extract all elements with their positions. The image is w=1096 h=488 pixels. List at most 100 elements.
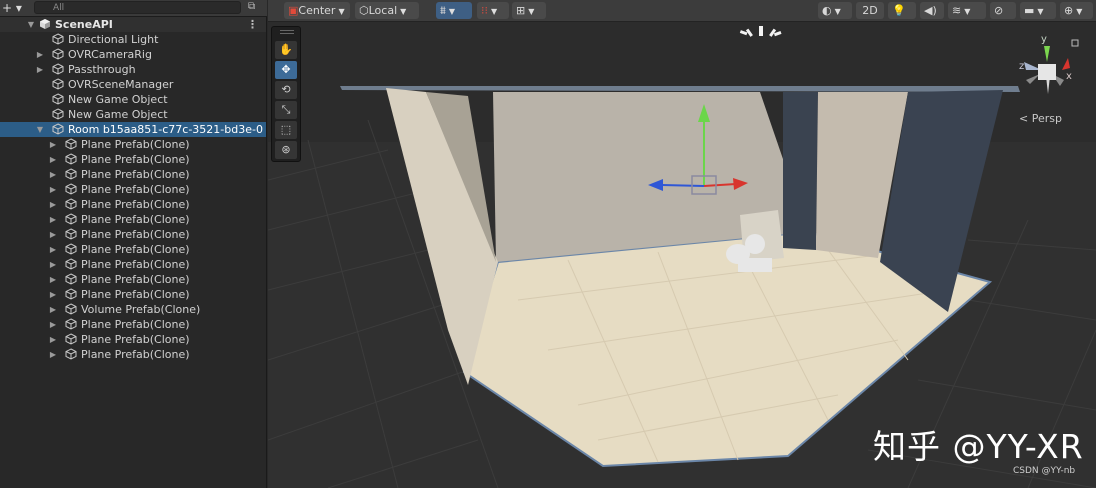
hierarchy-item[interactable]: ▶ Passthrough xyxy=(0,62,266,77)
expand-arrow-icon[interactable]: ▶ xyxy=(48,317,58,332)
rotate-tool-icon[interactable]: ⟲ xyxy=(275,81,297,99)
snap-increment-button[interactable]: ⁝⁝ ▼ xyxy=(477,2,509,19)
expand-arrow-icon[interactable]: ▶ xyxy=(48,302,58,317)
hierarchy-item[interactable]: ▶ Plane Prefab(Clone) xyxy=(0,272,266,287)
pivot-rotation-dropdown[interactable]: ⬡Local ▼ xyxy=(355,2,419,19)
gameobject-cube-icon xyxy=(52,108,64,120)
expand-arrow-icon[interactable]: ▶ xyxy=(48,152,58,167)
gizmos-dropdown[interactable]: ⊕ ▼ xyxy=(1060,2,1093,19)
axis-z-label: z xyxy=(1019,61,1024,72)
hierarchy-item-label: Plane Prefab(Clone) xyxy=(81,168,190,181)
hierarchy-item[interactable]: ▶ Plane Prefab(Clone) xyxy=(0,182,266,197)
expand-arrow-icon[interactable]: ▶ xyxy=(35,62,45,77)
increment-snap-button[interactable]: ⊞ ▼ xyxy=(512,2,546,19)
hierarchy-item-label: OVRSceneManager xyxy=(68,78,174,91)
expand-arrow-icon[interactable]: ▶ xyxy=(48,227,58,242)
rect-tool-icon[interactable]: ⬚ xyxy=(275,121,297,139)
scale-tool-icon[interactable]: ⤡ xyxy=(275,101,297,119)
hierarchy-item[interactable]: ▶ Plane Prefab(Clone) xyxy=(0,317,266,332)
hierarchy-item-label: Plane Prefab(Clone) xyxy=(81,333,190,346)
hierarchy-item[interactable]: ▶ OVRCameraRig xyxy=(0,47,266,62)
expand-arrow-icon[interactable]: ▼ xyxy=(26,17,36,32)
scene-view[interactable]: y z x ▣Center ▼ ⬡Local ▼ ⩩ ▼ ⁝⁝ ▼ ⊞ ▼ ◐ ▼ 2D 💡… xyxy=(268,0,1096,488)
hierarchy-item[interactable]: ▶ Plane Prefab(Clone) xyxy=(0,227,266,242)
hierarchy-item-label: Plane Prefab(Clone) xyxy=(81,138,190,151)
hierarchy-item[interactable]: ▶ Plane Prefab(Clone) xyxy=(0,137,266,152)
gameobject-cube-icon xyxy=(65,273,77,285)
gameobject-cube-icon xyxy=(65,183,77,195)
expand-arrow-icon[interactable]: ▶ xyxy=(35,47,45,62)
create-add-button[interactable]: + ▾ xyxy=(2,0,28,16)
hierarchy-item-label: Plane Prefab(Clone) xyxy=(81,153,190,166)
scene-viewport[interactable]: y z x xyxy=(268,0,1096,488)
pivot-mode-label: Center xyxy=(298,4,336,17)
hierarchy-item[interactable]: ▶ Plane Prefab(Clone) xyxy=(0,347,266,362)
camera-settings-dropdown[interactable]: ▬ ▼ xyxy=(1020,2,1056,19)
collapse-arrow-icon[interactable]: ▼ xyxy=(35,122,45,137)
projection-label[interactable]: < Persp xyxy=(1019,112,1062,125)
expand-arrow-icon[interactable]: ▶ xyxy=(48,167,58,182)
transform-tool-icon[interactable]: ⊛ xyxy=(275,141,297,159)
hierarchy-item-label: New Game Object xyxy=(68,93,168,106)
expand-arrow-icon[interactable]: ▶ xyxy=(48,197,58,212)
gameobject-cube-icon xyxy=(65,258,77,270)
expand-arrow-icon[interactable]: ▶ xyxy=(48,137,58,152)
move-tool-icon[interactable]: ✥ xyxy=(275,61,297,79)
hierarchy-item[interactable]: ▶ Volume Prefab(Clone) xyxy=(0,302,266,317)
hierarchy-item[interactable]: ▶ Plane Prefab(Clone) xyxy=(0,257,266,272)
hierarchy-item[interactable]: ▶ Plane Prefab(Clone) xyxy=(0,152,266,167)
lighting-toggle-icon[interactable]: 💡 xyxy=(888,2,916,19)
pivot-mode-dropdown[interactable]: ▣Center ▼ xyxy=(284,2,350,19)
effects-dropdown[interactable]: ≋ ▼ xyxy=(948,2,986,19)
hand-tool-icon[interactable]: ✋ xyxy=(275,41,297,59)
expand-arrow-icon[interactable]: ▶ xyxy=(48,347,58,362)
expand-arrow-icon[interactable]: ▶ xyxy=(48,182,58,197)
expand-arrow-icon[interactable]: ▶ xyxy=(48,257,58,272)
2d-mode-toggle[interactable]: 2D xyxy=(856,2,884,19)
gameobject-cube-icon xyxy=(65,228,77,240)
more-options-icon[interactable]: ⋮ xyxy=(247,17,258,32)
overlay-drag-handle[interactable] xyxy=(280,30,294,34)
gameobject-cube-icon xyxy=(65,318,77,330)
hierarchy-item[interactable]: ▼ Room b15aa851-c77c-3521-bd3e-0 xyxy=(0,122,266,137)
axis-x-label: x xyxy=(1066,71,1072,82)
hierarchy-item[interactable]: ▶ Plane Prefab(Clone) xyxy=(0,287,266,302)
hierarchy-item[interactable]: New Game Object xyxy=(0,92,266,107)
expand-arrow-icon[interactable]: ▶ xyxy=(48,212,58,227)
gameobject-cube-icon xyxy=(52,123,64,135)
shading-mode-dropdown[interactable]: ◐ ▼ xyxy=(818,2,852,19)
gameobject-cube-icon xyxy=(65,348,77,360)
hierarchy-item[interactable]: ▶ Plane Prefab(Clone) xyxy=(0,242,266,257)
visibility-toggle-icon[interactable]: ⊘ xyxy=(990,2,1016,19)
hierarchy-item[interactable]: Directional Light xyxy=(0,32,266,47)
expand-arrow-icon[interactable]: ▶ xyxy=(48,242,58,257)
audio-toggle-icon[interactable]: ◀) xyxy=(920,2,944,19)
expand-arrow-icon[interactable]: ▶ xyxy=(48,287,58,302)
gameobject-cube-icon xyxy=(65,243,77,255)
hierarchy-search-input[interactable]: All xyxy=(34,1,241,14)
hierarchy-item[interactable]: OVRSceneManager xyxy=(0,77,266,92)
gameobject-cube-icon xyxy=(65,213,77,225)
gameobject-cube-icon xyxy=(65,168,77,180)
expand-arrow-icon[interactable]: ▶ xyxy=(48,332,58,347)
hierarchy-toolbar: + ▾ ⌕ All ⧉ xyxy=(0,0,267,17)
hierarchy-item[interactable]: ▶ Plane Prefab(Clone) xyxy=(0,212,266,227)
gameobject-cube-icon xyxy=(52,93,64,105)
hierarchy-item-label: Plane Prefab(Clone) xyxy=(81,273,190,286)
scene-name: SceneAPI xyxy=(55,18,113,31)
gameobject-cube-icon xyxy=(65,303,77,315)
hierarchy-lock-icon[interactable]: ⧉ xyxy=(248,1,260,13)
gameobject-cube-icon xyxy=(52,48,64,60)
hierarchy-item-label: Plane Prefab(Clone) xyxy=(81,243,190,256)
hierarchy-item[interactable]: ▶ Plane Prefab(Clone) xyxy=(0,332,266,347)
hierarchy-item[interactable]: ▶ Plane Prefab(Clone) xyxy=(0,197,266,212)
hierarchy-item-label: Plane Prefab(Clone) xyxy=(81,318,190,331)
expand-arrow-icon[interactable]: ▶ xyxy=(48,272,58,287)
gameobject-cube-icon xyxy=(65,138,77,150)
grid-snap-button[interactable]: ⩩ ▼ xyxy=(436,2,472,19)
hierarchy-item[interactable]: ▶ Plane Prefab(Clone) xyxy=(0,167,266,182)
scene-root-row[interactable]: ▼ SceneAPI ⋮ xyxy=(0,17,266,32)
hierarchy-item-label: New Game Object xyxy=(68,108,168,121)
watermark: 知乎 @YY-XR xyxy=(873,427,1084,466)
hierarchy-item[interactable]: New Game Object xyxy=(0,107,266,122)
